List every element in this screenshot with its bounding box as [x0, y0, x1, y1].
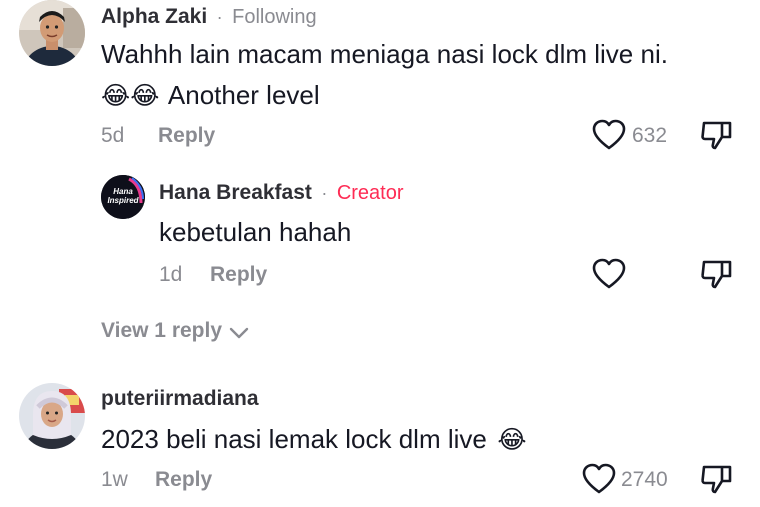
thumbs-down-icon[interactable]	[700, 258, 734, 290]
avatar-hana-breakfast[interactable]: Hana Inspired	[101, 175, 145, 219]
laughing-emoji-icon: 😂	[101, 82, 131, 110]
avatar-alpha-zaki[interactable]	[19, 0, 85, 66]
avatar-puteriirmadiana[interactable]	[19, 383, 85, 449]
heart-outline-icon[interactable]	[582, 463, 616, 495]
view-replies-button[interactable]: View 1 reply	[101, 319, 250, 343]
reply-time: 1d	[159, 263, 183, 286]
chevron-down-icon	[228, 326, 250, 340]
laughing-emoji-icon: 😂	[497, 426, 527, 454]
reply-text: kebetulan hahah	[159, 217, 352, 247]
following-tag: Following	[232, 6, 317, 28]
username[interactable]: Alpha Zaki	[101, 5, 207, 28]
comment-text-line2: 😂😂 Another level	[101, 80, 320, 111]
comment-header: Alpha Zaki · Following	[101, 5, 317, 29]
comment-time: 5d	[101, 124, 125, 147]
creator-tag: Creator	[336, 182, 404, 204]
username[interactable]: puteriirmadiana	[101, 387, 259, 411]
like-count: 632	[632, 124, 668, 147]
comment-text: 2023 beli nasi lemak lock dlm live	[101, 424, 487, 454]
comment-time: 1w	[101, 468, 128, 491]
heart-outline-icon[interactable]	[592, 119, 626, 151]
heart-outline-icon[interactable]	[592, 258, 626, 290]
comment-text: Wahhh lain macam meniaga nasi lock dlm l…	[101, 39, 668, 69]
like-count: 2740	[621, 468, 668, 491]
reply-button[interactable]: Reply	[155, 468, 212, 492]
laughing-emoji-icon: 😂	[130, 82, 160, 110]
username[interactable]: Hana Breakfast	[159, 181, 312, 204]
comment-text-continued: Another level	[167, 80, 320, 110]
view-replies-label: View 1 reply	[101, 319, 223, 342]
reply-header: Hana Breakfast · Creator	[159, 181, 404, 205]
separator-dot: ·	[211, 7, 228, 27]
thumbs-down-icon[interactable]	[700, 463, 734, 495]
separator-dot: ·	[316, 183, 333, 203]
reply-button[interactable]: Reply	[158, 124, 215, 148]
reply-button[interactable]: Reply	[210, 263, 267, 287]
comment-text-row: 2023 beli nasi lemak lock dlm live 😂	[101, 424, 527, 455]
avatar-brand-text: Hana Inspired	[107, 187, 139, 205]
thumbs-down-icon[interactable]	[700, 119, 734, 151]
